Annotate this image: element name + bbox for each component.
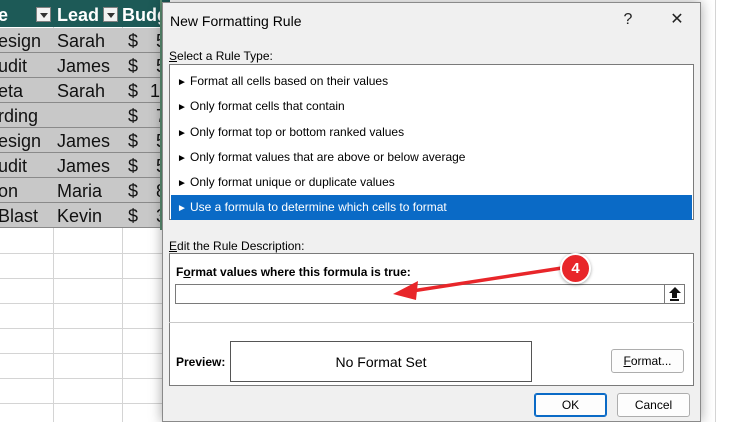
step-number-badge: 4 <box>560 253 591 284</box>
arrow-shaft <box>410 266 564 293</box>
arrow-head <box>393 281 418 300</box>
annotation-arrow <box>393 266 564 300</box>
